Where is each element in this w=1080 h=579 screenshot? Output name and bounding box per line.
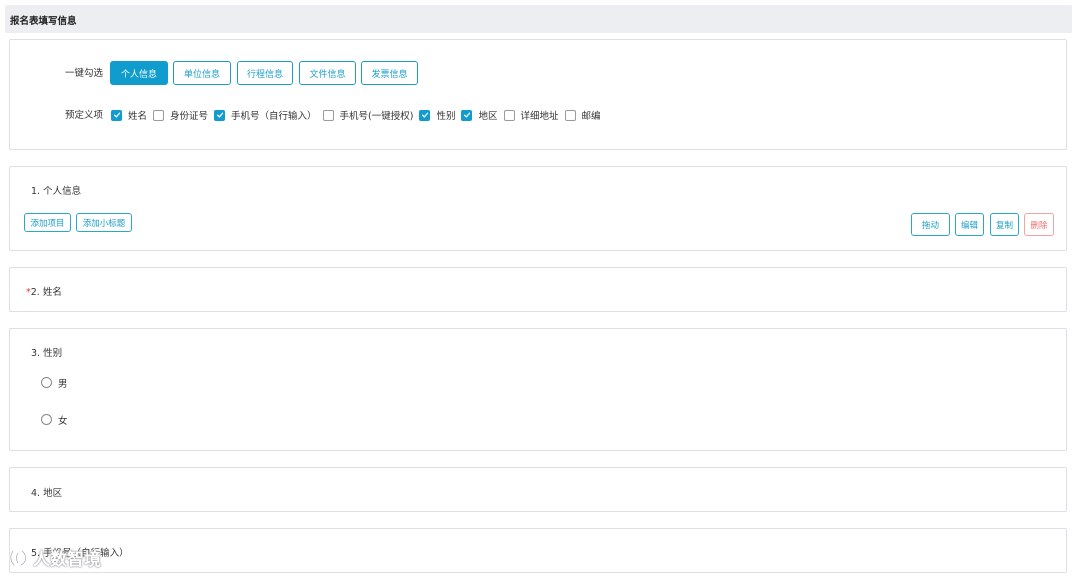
predefined-label: 预定义项	[65, 110, 104, 121]
section-card-name[interactable]: *2. 姓名	[9, 267, 1067, 312]
watermark: 人数智境	[8, 545, 101, 570]
checkbox-label: 详细地址	[520, 111, 559, 122]
predefined-checkbox-group: 姓名 身份证号 手机号（自行输入） 手机号(一键授权) 性别 地区 详细地址 邮…	[111, 108, 607, 122]
section-title: 3. 性别	[31, 348, 63, 359]
checkbox-item-address[interactable]: 详细地址	[503, 108, 559, 122]
drag-button[interactable]: 拖动	[911, 213, 950, 236]
checkbox-item-phone-auth[interactable]: 手机号(一键授权)	[322, 108, 414, 122]
radio-label-male: 男	[58, 379, 68, 390]
checkbox[interactable]	[419, 109, 431, 121]
edit-button[interactable]: 编辑	[955, 213, 984, 236]
config-card: 一键勾选 个人信息 单位信息 行程信息 文件信息 发票信息 预定义项 姓名 身份…	[9, 39, 1067, 150]
checkbox-label: 手机号（自行输入）	[231, 111, 317, 122]
checkmark-icon	[113, 112, 120, 118]
checkmark-icon	[421, 112, 429, 118]
radio-male[interactable]	[41, 377, 52, 388]
section-card-personal-info: 1. 个人信息 添加项目 添加小标题 拖动 编辑 复制 删除	[9, 166, 1067, 251]
page-title: 报名表填写信息	[10, 16, 77, 27]
quick-select-file-button[interactable]: 文件信息	[299, 61, 356, 85]
form-header-bar: 报名表填写信息	[5, 5, 1072, 33]
checkmark-icon	[463, 112, 471, 118]
checkbox-label: 身份证号	[170, 111, 209, 122]
checkbox-item-region[interactable]: 地区	[461, 108, 498, 122]
checkbox-label: 姓名	[128, 111, 148, 122]
quick-select-trip-button[interactable]: 行程信息	[237, 61, 293, 85]
watermark-logo-icon	[9, 549, 27, 566]
checkbox[interactable]	[214, 109, 226, 121]
radio-label-female: 女	[58, 416, 68, 427]
section-title: 4. 地区	[31, 488, 63, 499]
checkbox-label: 性别	[436, 111, 456, 122]
checkbox-item-gender[interactable]: 性别	[419, 108, 455, 122]
watermark-text: 人数智境	[33, 550, 101, 570]
section-card-region[interactable]: 4. 地区	[9, 467, 1067, 512]
checkbox[interactable]	[322, 109, 334, 121]
quick-select-company-button[interactable]: 单位信息	[173, 61, 231, 85]
section-card-phone[interactable]: 5. 手机号（自行输入）	[9, 528, 1067, 573]
checkbox[interactable]	[461, 109, 473, 121]
checkmark-icon	[216, 112, 223, 118]
radio-female[interactable]	[41, 414, 52, 425]
add-item-button[interactable]: 添加项目	[24, 213, 71, 232]
checkbox[interactable]	[153, 109, 165, 121]
checkbox-item-name[interactable]: 姓名	[111, 108, 147, 122]
checkbox-item-phone-manual[interactable]: 手机号（自行输入）	[214, 108, 317, 122]
checkbox-item-id-number[interactable]: 身份证号	[153, 108, 208, 122]
section-title: 1. 个人信息	[31, 186, 82, 197]
checkbox-label: 手机号(一键授权)	[339, 111, 414, 122]
add-subtitle-button[interactable]: 添加小标题	[76, 213, 132, 232]
quick-select-label: 一键勾选	[65, 68, 104, 79]
copy-button[interactable]: 复制	[990, 213, 1019, 236]
section-card-gender[interactable]: 3. 性别 男 女	[9, 328, 1067, 451]
quick-select-personal-button[interactable]: 个人信息	[110, 61, 168, 85]
checkbox[interactable]	[111, 109, 122, 121]
checkbox-label: 地区	[478, 111, 498, 122]
checkbox-item-postcode[interactable]: 邮编	[564, 108, 601, 122]
checkbox-label: 邮编	[581, 111, 601, 122]
delete-button[interactable]: 删除	[1024, 213, 1054, 236]
section-title: *2. 姓名	[26, 284, 62, 298]
checkbox[interactable]	[503, 109, 515, 121]
quick-select-invoice-button[interactable]: 发票信息	[361, 61, 418, 85]
checkbox[interactable]	[564, 109, 576, 121]
section-title-text: 2. 姓名	[30, 287, 62, 298]
